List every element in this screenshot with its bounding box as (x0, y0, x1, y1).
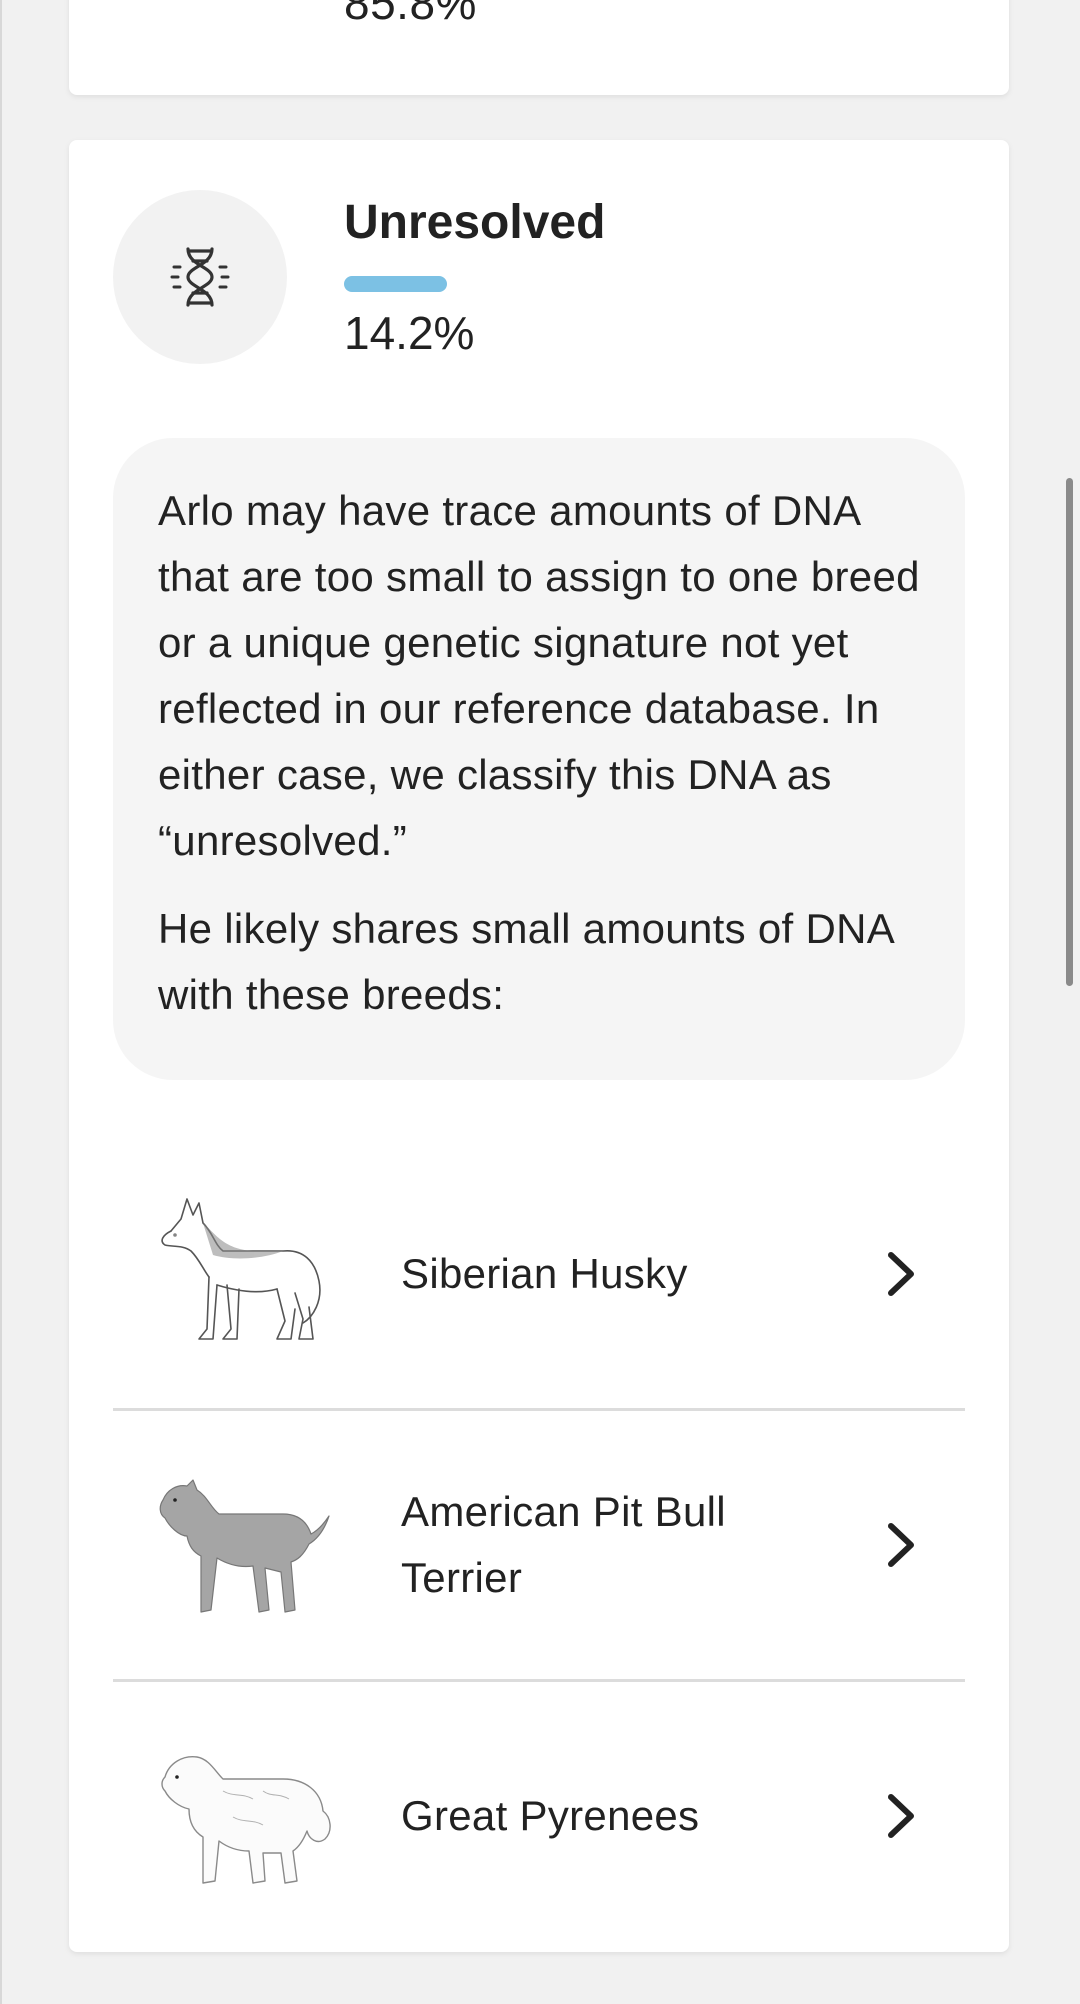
scrollbar[interactable] (1066, 478, 1073, 986)
great-pyrenees-illustration (161, 1756, 331, 1884)
unresolved-ancestry-card: Unresolved 14.2% Arlo may have trace amo… (69, 140, 1009, 1952)
breed-name: Siberian Husky (401, 1250, 688, 1297)
pit-bull-illustration (159, 1479, 330, 1613)
unresolved-description: Arlo may have trace amounts of DNA that … (158, 487, 920, 864)
ancestry-percent: 14.2% (344, 307, 475, 359)
breed-row-great-pyrenees[interactable]: Great Pyrenees (113, 1682, 965, 1950)
dna-icon-badge (113, 190, 287, 364)
page-edge (0, 0, 2, 2004)
chevron-right-icon[interactable] (881, 1249, 921, 1299)
previous-percent: 85.8% (344, 0, 477, 29)
dna-icon (170, 247, 230, 307)
breed-row-siberian-husky[interactable]: Siberian Husky (113, 1140, 965, 1411)
chevron-right-icon[interactable] (881, 1791, 921, 1841)
ancestry-progress-bar (344, 276, 447, 292)
previous-ancestry-card: 85.8% (69, 0, 1009, 95)
breed-list: Siberian Husky American Pit Bull Terrier (113, 1140, 965, 1950)
breed-row-american-pit-bull-terrier[interactable]: American Pit Bull Terrier (113, 1411, 965, 1682)
husky-illustration (161, 1198, 321, 1340)
ancestry-title: Unresolved (344, 196, 606, 249)
breed-name: American Pit Bull Terrier (401, 1488, 726, 1601)
unresolved-info-box: Arlo may have trace amounts of DNA that … (113, 438, 965, 1080)
chevron-right-icon[interactable] (881, 1520, 921, 1570)
breed-name: Great Pyrenees (401, 1792, 700, 1839)
shared-breeds-note: He likely shares small amounts of DNA wi… (158, 905, 893, 1018)
